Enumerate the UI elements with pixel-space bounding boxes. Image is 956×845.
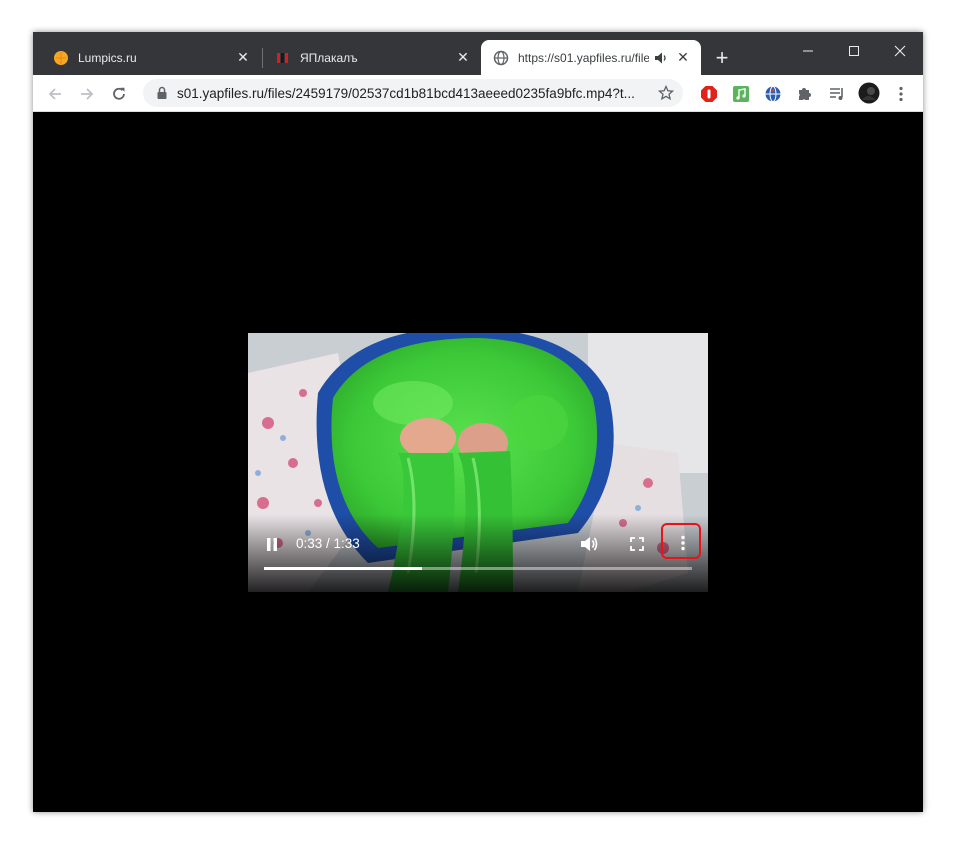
time-display: 0:33 / 1:33 [296,536,360,551]
speaker-icon[interactable] [653,50,669,66]
close-tab-icon[interactable]: ✕ [235,49,251,66]
globe-favicon-icon [493,50,509,66]
tab-title: Lumpics.ru [78,50,137,65]
puzzle-extensions-icon[interactable] [795,84,815,104]
close-tab-icon[interactable]: ✕ [455,49,471,66]
tab-title: https://s01.yapfiles.ru/file [518,50,649,65]
close-tab-icon[interactable]: ✕ [675,49,691,66]
profile-avatar[interactable] [857,81,881,105]
music-icon[interactable] [731,84,751,104]
close-window-button[interactable] [877,38,923,64]
fullscreen-button[interactable] [626,533,648,555]
progress-bar[interactable] [264,567,692,570]
browser-window: Lumpics.ru ✕ ЯПлакалъ ✕ https://s01.yapf… [33,32,923,812]
adblock-icon[interactable] [699,84,719,104]
tab-lumpics[interactable]: Lumpics.ru ✕ [41,40,261,75]
page-content: 0:33 / 1:33 [33,112,923,812]
volume-button[interactable] [578,533,600,555]
yaplakal-favicon-icon [275,50,291,66]
bookmark-star-icon[interactable] [657,84,675,102]
minimize-button[interactable] [785,38,831,64]
lumpics-favicon-icon [53,50,69,66]
forward-icon[interactable] [76,83,98,105]
pause-button[interactable] [262,534,282,554]
vpn-globe-icon[interactable] [763,84,783,104]
video-player[interactable]: 0:33 / 1:33 [248,333,708,592]
reload-icon[interactable] [108,83,130,105]
tab-title: ЯПлакалъ [300,50,358,65]
menu-icon[interactable] [891,84,911,104]
url-text[interactable]: s01.yapfiles.ru/files/2459179/02537cd1b8… [177,86,647,101]
highlight-box [661,523,701,559]
progress-fill [264,567,422,570]
browser-toolbar: s01.yapfiles.ru/files/2459179/02537cd1b8… [33,75,923,112]
lock-icon[interactable] [153,86,171,100]
address-bar[interactable]: s01.yapfiles.ru/files/2459179/02537cd1b8… [143,79,683,107]
back-icon[interactable] [44,83,66,105]
media-queue-icon[interactable] [827,84,847,104]
tab-video-file[interactable]: https://s01.yapfiles.ru/file ✕ [481,40,701,75]
maximize-button[interactable] [831,38,877,64]
tab-yaplakal[interactable]: ЯПлакалъ ✕ [263,40,481,75]
tab-strip: Lumpics.ru ✕ ЯПлакалъ ✕ https://s01.yapf… [33,32,923,75]
new-tab-button[interactable]: + [711,47,733,69]
